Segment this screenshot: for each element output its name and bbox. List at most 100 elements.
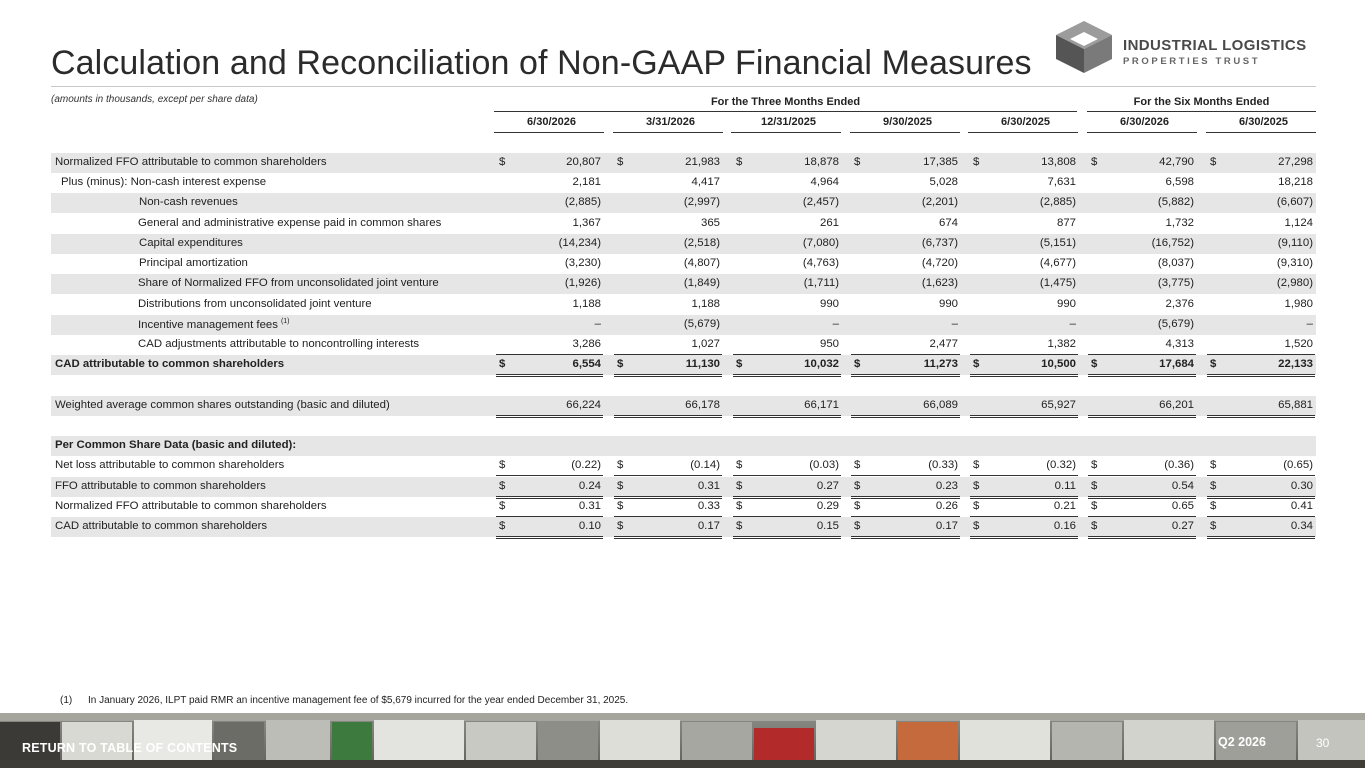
cell-underline: [1088, 374, 1196, 375]
currency-sign: $: [499, 520, 506, 532]
table-row: Non-cash revenues (2,885) (2,997) (2,457) (2…: [51, 193, 1316, 213]
row-label-text: Normalized FFO attributable to common sh…: [55, 500, 327, 512]
row-label-text: Plus (minus): Non-cash interest expense: [61, 176, 267, 188]
column-header-rule: [731, 132, 841, 133]
cell-underline: [1207, 475, 1315, 476]
currency-sign: $: [499, 358, 506, 370]
cell-underline: [851, 417, 960, 418]
cell-underline: [1207, 417, 1315, 418]
cell-value: 0.17: [935, 520, 958, 532]
cell-value: 0.33: [697, 500, 720, 512]
currency-sign: $: [617, 156, 624, 168]
currency-sign: $: [973, 156, 980, 168]
row-label-text: Principal amortization: [139, 257, 248, 269]
title-divider: [51, 86, 1316, 87]
cell-value: 4,313: [1165, 338, 1194, 350]
currency-sign: $: [736, 480, 743, 492]
footnote-ref: (1): [280, 318, 290, 325]
cell-value: (2,885): [1039, 196, 1076, 208]
currency-sign: $: [854, 358, 861, 370]
cell-value: (2,997): [683, 196, 720, 208]
row-label: Weighted average common shares outstandi…: [55, 399, 390, 411]
currency-sign: $: [1210, 500, 1217, 512]
cell-value: (16,752): [1151, 237, 1194, 249]
cell-underline: [1207, 376, 1315, 377]
cell-value: 65,881: [1278, 399, 1313, 411]
currency-sign: $: [617, 520, 624, 532]
cell-underline: [1207, 538, 1315, 539]
cell-value: 0.54: [1171, 480, 1194, 492]
cell-underline: [733, 417, 841, 418]
cell-value: –: [951, 318, 958, 330]
table-row: Normalized FFO attributable to common sh…: [51, 497, 1316, 519]
cell-value: (7,080): [802, 237, 839, 249]
cell-value: 0.24: [578, 480, 601, 492]
row-label: Capital expenditures: [139, 237, 243, 249]
cell-value: 66,224: [566, 399, 601, 411]
row-label-text: CAD adjustments attributable to noncontr…: [138, 338, 420, 350]
cell-value: 10,032: [804, 358, 839, 370]
currency-sign: $: [973, 500, 980, 512]
cell-value: 17,684: [1159, 358, 1194, 370]
cell-value: 1,188: [572, 298, 601, 310]
cell-value: 0.17: [697, 520, 720, 532]
currency-sign: $: [1091, 459, 1098, 471]
cell-value: (5,679): [1157, 318, 1194, 330]
cell-value: 13,808: [1041, 156, 1076, 168]
cell-value: 0.16: [1053, 520, 1076, 532]
cell-value: 0.41: [1290, 500, 1313, 512]
cell-value: (2,457): [802, 196, 839, 208]
cell-value: (5,679): [683, 318, 720, 330]
row-label: CAD adjustments attributable to noncontr…: [138, 338, 419, 350]
footnote-number: (1): [60, 695, 73, 706]
cell-value: 17,385: [923, 156, 958, 168]
cell-value: (1,623): [921, 277, 958, 289]
currency-sign: $: [499, 459, 506, 471]
column-header-rule: [494, 132, 604, 133]
cell-value: (9,110): [1277, 237, 1313, 249]
cell-underline: [970, 415, 1078, 416]
row-label: Incentive management fees (1): [138, 318, 290, 331]
row-label: Plus (minus): Non-cash interest expense: [61, 176, 266, 188]
cell-value: 877: [1056, 217, 1076, 229]
cell-value: (1,926): [564, 277, 601, 289]
cell-value: 0.27: [816, 480, 839, 492]
cell-underline: [614, 417, 722, 418]
currency-sign: $: [617, 459, 624, 471]
cell-value: 5,028: [929, 176, 958, 188]
cell-underline: [1088, 415, 1196, 416]
cell-value: 0.15: [816, 520, 839, 532]
cell-underline: [614, 475, 722, 476]
page-title: Calculation and Reconciliation of Non-GA…: [51, 44, 1032, 82]
row-label: CAD attributable to common shareholders: [55, 358, 284, 370]
cell-value: 0.29: [816, 500, 839, 512]
cell-value: 0.21: [1053, 500, 1076, 512]
row-label: Distributions from unconsolidated joint …: [138, 298, 372, 310]
cell-value: 1,732: [1165, 217, 1194, 229]
cell-value: (5,151): [1039, 237, 1076, 249]
currency-sign: $: [736, 520, 743, 532]
currency-sign: $: [736, 459, 743, 471]
cell-value: –: [832, 318, 839, 330]
footnote: (1) In January 2026, ILPT paid RMR an inc…: [60, 695, 628, 706]
group-header-rule: [494, 111, 1077, 112]
cell-value: 66,201: [1159, 399, 1194, 411]
cell-value: 0.27: [1171, 520, 1194, 532]
table-row: CAD attributable to common shareholders $…: [51, 517, 1316, 539]
cell-underline: [851, 374, 960, 375]
row-label-text: General and administrative expense paid …: [138, 217, 442, 229]
column-header: 6/30/2025: [1001, 116, 1050, 128]
return-to-toc-link[interactable]: RETURN TO TABLE OF CONTENTS: [22, 741, 237, 755]
currency-sign: $: [1210, 156, 1217, 168]
row-label: Normalized FFO attributable to common sh…: [55, 156, 327, 168]
table-row: Distributions from unconsolidated joint …: [51, 295, 1316, 315]
cube-logo-icon: [1056, 21, 1112, 73]
cell-underline: [851, 475, 960, 476]
group-header-rule: [1087, 111, 1316, 112]
currency-sign: $: [499, 500, 506, 512]
footnote-text: In January 2026, ILPT paid RMR an incent…: [88, 695, 629, 706]
currency-sign: $: [617, 358, 624, 370]
cell-value: (4,720): [921, 257, 958, 269]
cell-value: –: [1069, 318, 1076, 330]
cell-value: 21,983: [685, 156, 720, 168]
